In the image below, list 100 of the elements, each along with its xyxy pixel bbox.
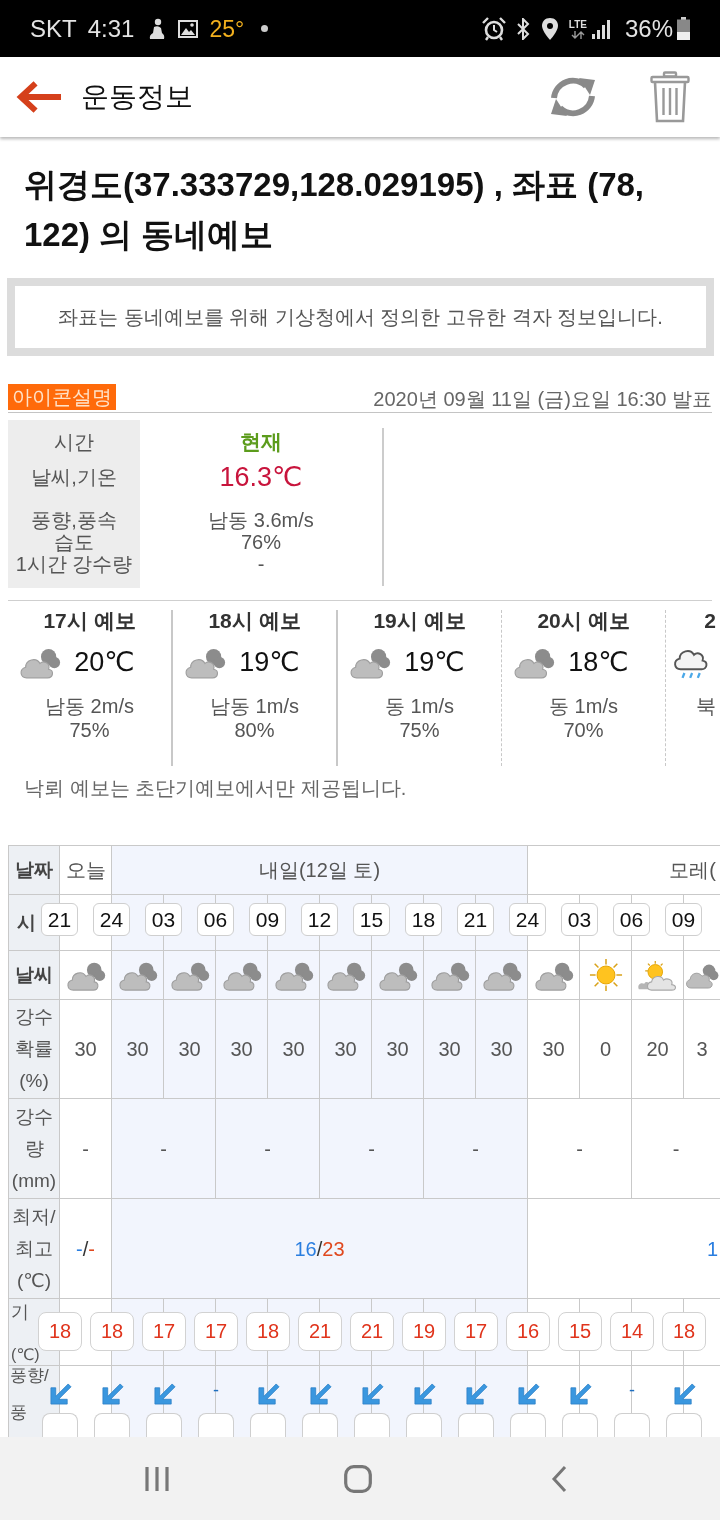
forecast-wind: 동 1m/s xyxy=(549,694,618,718)
row-label: 풍 xyxy=(10,1404,27,1422)
table-cell: 30 xyxy=(60,1000,112,1099)
temperature-badge: 21 xyxy=(350,1312,394,1351)
hour-badge: 24 xyxy=(93,903,130,936)
temperature-badge: 14 xyxy=(610,1312,654,1351)
screen-title: 운동정보 xyxy=(81,80,193,114)
legend-button[interactable]: 아이콘설명 xyxy=(8,384,116,410)
table-cell: - xyxy=(112,1099,216,1199)
forecast-temperature: 19℃ xyxy=(404,646,465,678)
wind-arrow-icon xyxy=(49,1383,72,1406)
row-header: 최저/ 최고 (℃) xyxy=(9,1199,60,1299)
table-cell: - xyxy=(320,1099,424,1199)
carrier-name: SKT xyxy=(30,14,77,43)
table-cell: 20 xyxy=(632,1000,684,1099)
figure-icon xyxy=(148,17,167,40)
data-arrows-icon xyxy=(570,30,585,39)
forecast-humidity: 75% xyxy=(399,718,440,742)
temperature-badge: 18 xyxy=(90,1312,134,1351)
table-cell: - xyxy=(424,1099,528,1199)
table-cell: 30 xyxy=(528,1000,580,1099)
image-icon xyxy=(178,19,199,38)
hour-badge: 06 xyxy=(197,903,234,936)
temperature-badge: 21 xyxy=(298,1312,342,1351)
date-cell: 오늘 xyxy=(60,846,112,895)
field-value: - xyxy=(256,552,266,576)
row-label: 기 xyxy=(11,1301,29,1323)
wind-arrow-icon xyxy=(413,1383,436,1406)
table-cell: 0 xyxy=(580,1000,632,1099)
wind-arrow-icon xyxy=(257,1383,280,1406)
lightning-note: 낙뢰 예보는 초단기예보에서만 제공됩니다. xyxy=(24,776,408,800)
temperature-value: 16.3℃ xyxy=(218,464,304,490)
table-cell: - xyxy=(216,1099,320,1199)
row-label: 시 xyxy=(17,910,36,935)
forecast-hour: 2 xyxy=(704,608,716,634)
hour-badge: 15 xyxy=(353,903,390,936)
forecast-hour: 18시 예보 xyxy=(208,608,301,634)
dot-icon xyxy=(261,25,269,32)
wind-value: - xyxy=(212,1380,220,1400)
issued-time: 2020년 09월 11일 (금)요일 16:30 발표 xyxy=(373,387,712,412)
hour-badge: 21 xyxy=(457,903,494,936)
back-arrow-icon[interactable] xyxy=(15,80,62,114)
battery-icon xyxy=(677,17,690,40)
row-label: 풍향/ xyxy=(10,1367,49,1385)
network-type: LTE xyxy=(568,18,587,30)
time-value: 현재 xyxy=(239,430,283,454)
forecast-wind: 남동 1m/s xyxy=(210,694,299,718)
row-header: 날짜 xyxy=(9,846,60,895)
notice-box: 좌표는 동네예보를 위해 기상청에서 정의한 고유한 격자 정보입니다. xyxy=(7,278,714,356)
wind-arrow-icon xyxy=(361,1383,384,1406)
wind-arrow-icon xyxy=(465,1383,488,1406)
forecast-wind: 남동 2m/s xyxy=(45,694,134,718)
recent-apps-icon[interactable] xyxy=(143,1465,170,1492)
wind-arrow-icon xyxy=(517,1383,540,1406)
forecast-wind: 북 xyxy=(696,694,716,718)
back-icon[interactable] xyxy=(550,1464,567,1493)
table-cell: - xyxy=(60,1099,112,1199)
temperature-badge: 16 xyxy=(506,1312,550,1351)
forecast-wind: 동 1m/s xyxy=(385,694,454,718)
field-value: 남동 3.6m/s xyxy=(207,508,315,532)
trash-icon[interactable] xyxy=(650,71,690,123)
field-label: 시간 xyxy=(8,420,140,464)
sun-cloud-icon xyxy=(636,958,679,992)
table-cell: 16/23 xyxy=(112,1199,528,1299)
temperature-badge: 18 xyxy=(246,1312,290,1351)
temperature-badge: 17 xyxy=(454,1312,498,1351)
table-cell: 30 xyxy=(320,1000,372,1099)
temperature-badge: 18 xyxy=(38,1312,82,1351)
location-pin-icon xyxy=(541,17,558,40)
wind-arrow-icon xyxy=(309,1383,332,1406)
temperature-badge: 18 xyxy=(662,1312,706,1351)
hour-badge: 03 xyxy=(145,903,182,936)
wind-value: - xyxy=(628,1380,636,1400)
field-label: 습도 xyxy=(8,532,140,552)
row-header: 강수 량 (mm) xyxy=(9,1099,60,1199)
temperature-badge: 19 xyxy=(402,1312,446,1351)
forecast-temperature: 19℃ xyxy=(239,646,300,678)
table-cell: 30 xyxy=(112,1000,164,1099)
wind-arrow-icon xyxy=(101,1383,124,1406)
table-cell: 30 xyxy=(476,1000,528,1099)
sun-icon xyxy=(588,958,623,992)
row-header: 강수 확률 (%) xyxy=(9,1000,60,1099)
date-cell: 내일(12일 토) xyxy=(112,846,528,895)
weather-temperature: 25° xyxy=(209,14,245,43)
field-label: 1시간 강수량 xyxy=(8,552,140,588)
forecast-temperature: 20℃ xyxy=(74,646,135,678)
table-cell: 30 xyxy=(268,1000,320,1099)
temperature-badge: 17 xyxy=(194,1312,238,1351)
forecast-hour: 20시 예보 xyxy=(537,608,630,634)
table-cell: 30 xyxy=(372,1000,424,1099)
hour-badge: 24 xyxy=(509,903,546,936)
wind-arrow-icon xyxy=(673,1383,696,1406)
wind-arrow-icon xyxy=(569,1383,592,1406)
table-cell: 30 xyxy=(424,1000,476,1099)
table-cell: 30 xyxy=(216,1000,268,1099)
forecast-humidity: 70% xyxy=(563,718,604,742)
temperature-badge: 15 xyxy=(558,1312,602,1351)
home-icon[interactable] xyxy=(343,1464,372,1493)
hour-badge: 09 xyxy=(665,903,702,936)
field-value: 76% xyxy=(240,530,282,554)
